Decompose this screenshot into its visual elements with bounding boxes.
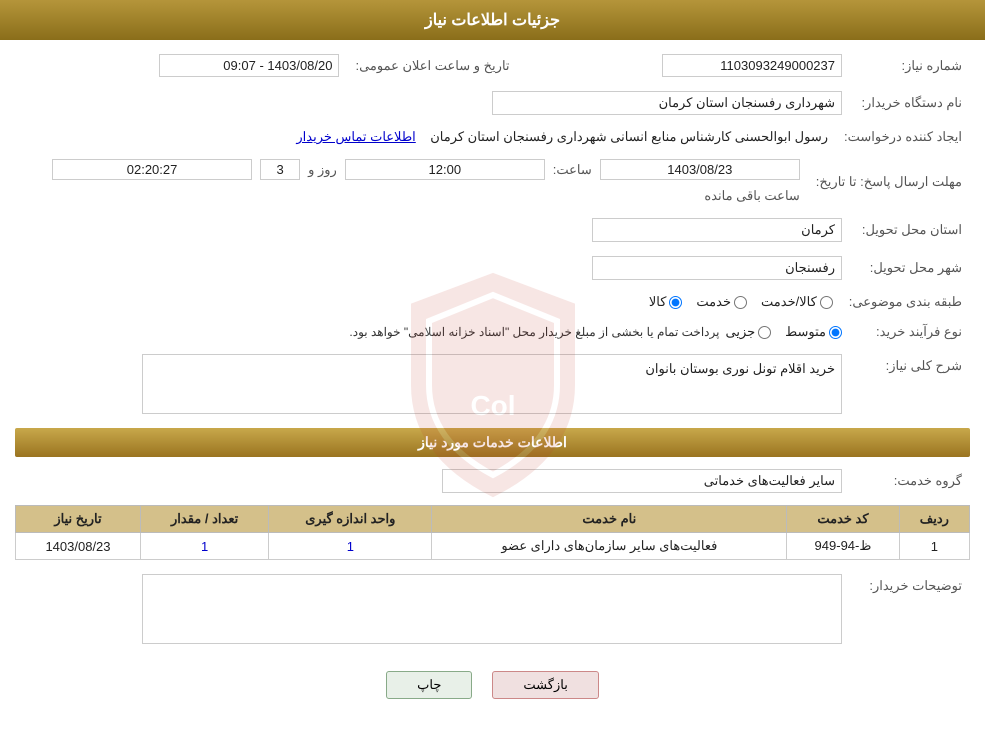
cell-row: 1 <box>899 533 969 560</box>
deadline-date: 1403/08/23 <box>600 159 800 180</box>
need-number-cell: 1103093249000237 <box>518 50 850 81</box>
page-wrapper: جزئیات اطلاعات نیاز Col شماره نیاز: 1103… <box>0 0 985 729</box>
announce-date-cell: 1403/08/20 - 09:07 <box>15 50 347 81</box>
purchase-type-label-mutawasit: متوسط <box>785 324 826 340</box>
category-cell: کالا/خدمت خدمت کالا <box>15 290 841 314</box>
table-row: 1 ظ-94-949 فعالیت‌های سایر سازمان‌های دا… <box>16 533 970 560</box>
need-number-value: 1103093249000237 <box>662 54 842 77</box>
purchase-notice: پرداخت تمام یا بخشی از مبلغ خریدار محل "… <box>349 325 719 339</box>
info-section-9: شرح کلی نیاز: خرید اقلام تونل نوری بوستا… <box>15 350 970 418</box>
category-radio-khedmat[interactable] <box>734 296 747 309</box>
service-group-cell: سایر فعالیت‌های خدماتی <box>15 465 850 497</box>
col-header-row: ردیف <box>899 506 969 533</box>
deadline-day-label: روز و <box>308 162 337 178</box>
org-name-cell: شهرداری رفسنجان استان کرمان <box>15 87 850 119</box>
need-desc-value: خرید اقلام تونل نوری بوستان بانوان <box>645 361 835 376</box>
page-title: جزئیات اطلاعات نیاز <box>0 0 985 40</box>
announce-date-label: تاریخ و ساعت اعلان عمومی: <box>347 50 517 81</box>
deadline-time-label: ساعت: <box>553 162 592 178</box>
cell-quantity: 1 <box>141 533 269 560</box>
deadline-label: مهلت ارسال پاسخ: تا تاریخ: <box>808 155 970 208</box>
button-group: بازگشت چاپ <box>15 671 970 699</box>
purchase-type-radio-juzyi[interactable] <box>758 326 771 339</box>
category-radio-kala-khedmat[interactable] <box>820 296 833 309</box>
print-button[interactable]: چاپ <box>386 671 472 699</box>
service-group-value: سایر فعالیت‌های خدماتی <box>442 469 842 493</box>
category-label: طبقه بندی موضوعی: <box>841 290 970 314</box>
info-section-4: مهلت ارسال پاسخ: تا تاریخ: 1403/08/23 سا… <box>15 155 970 208</box>
purchase-type-option-juzyi[interactable]: جزیی <box>725 324 771 340</box>
category-option-kala-khedmat[interactable]: کالا/خدمت <box>761 294 833 310</box>
services-section-title: اطلاعات خدمات مورد نیاز <box>15 428 970 457</box>
category-label-kala-khedmat: کالا/خدمت <box>761 294 817 310</box>
city-label: شهر محل تحویل: <box>850 252 970 284</box>
province-label: استان محل تحویل: <box>850 214 970 246</box>
info-section-7: طبقه بندی موضوعی: کالا/خدمت خدمت <box>15 290 970 314</box>
announce-date-value: 1403/08/20 - 09:07 <box>159 54 339 77</box>
purchase-type-option-mutawasit[interactable]: متوسط <box>785 324 842 340</box>
city-cell: رفسنجان <box>15 252 850 284</box>
col-header-date: تاریخ نیاز <box>16 506 141 533</box>
deadline-days: 3 <box>260 159 300 180</box>
cell-code: ظ-94-949 <box>787 533 899 560</box>
info-section-5: استان محل تحویل: کرمان <box>15 214 970 246</box>
need-desc-label: شرح کلی نیاز: <box>850 350 970 418</box>
purchase-type-label: نوع فرآیند خرید: <box>850 320 970 344</box>
content-area: Col شماره نیاز: 1103093249000237 تاریخ و… <box>0 40 985 729</box>
category-option-khedmat[interactable]: خدمت <box>696 294 747 310</box>
info-section-6: شهر محل تحویل: رفسنجان <box>15 252 970 284</box>
services-table: ردیف کد خدمت نام خدمت واحد اندازه گیری ت… <box>15 505 970 560</box>
creator-link[interactable]: اطلاعات تماس خریدار <box>296 129 415 144</box>
category-radio-kala[interactable] <box>669 296 682 309</box>
org-name-value: شهرداری رفسنجان استان کرمان <box>492 91 842 115</box>
service-group-label: گروه خدمت: <box>850 465 970 497</box>
category-label-kala: کالا <box>649 294 667 310</box>
buyer-desc-textarea[interactable] <box>142 574 842 644</box>
info-section-8: نوع فرآیند خرید: متوسط جزیی <box>15 320 970 344</box>
purchase-type-cell: متوسط جزیی پرداخت تمام یا بخشی از مبلغ خ… <box>15 320 850 344</box>
purchase-type-radio-mutawasit[interactable] <box>829 326 842 339</box>
deadline-cell: 1403/08/23 ساعت: 12:00 روز و 3 02:20:27 … <box>15 155 808 208</box>
info-section-11: توضیحات خریدار: <box>15 570 970 651</box>
cell-name: فعالیت‌های سایر سازمان‌های دارای عضو <box>432 533 787 560</box>
category-label-khedmat: خدمت <box>696 294 731 310</box>
buyer-desc-cell <box>15 570 850 651</box>
province-value: کرمان <box>592 218 842 242</box>
info-section-1: شماره نیاز: 1103093249000237 تاریخ و ساع… <box>15 50 970 81</box>
info-section-10: گروه خدمت: سایر فعالیت‌های خدماتی <box>15 465 970 497</box>
city-value: رفسنجان <box>592 256 842 280</box>
need-desc-cell: خرید اقلام تونل نوری بوستان بانوان <box>15 350 850 418</box>
deadline-remaining: 02:20:27 <box>52 159 252 180</box>
back-button[interactable]: بازگشت <box>492 671 598 699</box>
col-header-quantity: تعداد / مقدار <box>141 506 269 533</box>
purchase-type-label-juzyi: جزیی <box>725 324 755 340</box>
col-header-unit: واحد اندازه گیری <box>269 506 432 533</box>
creator-label: ایجاد کننده درخواست: <box>836 125 970 149</box>
col-header-code: کد خدمت <box>787 506 899 533</box>
info-section-3: ایجاد کننده درخواست: رسول ابوالحسنی کارش… <box>15 125 970 149</box>
deadline-remaining-label: ساعت باقی مانده <box>704 188 799 204</box>
creator-value: رسول ابوالحسنی کارشناس منابع انسانی شهرد… <box>430 129 828 144</box>
deadline-time: 12:00 <box>345 159 545 180</box>
creator-cell: رسول ابوالحسنی کارشناس منابع انسانی شهرد… <box>15 125 836 149</box>
province-cell: کرمان <box>15 214 850 246</box>
cell-date: 1403/08/23 <box>16 533 141 560</box>
category-option-kala[interactable]: کالا <box>649 294 683 310</box>
buyer-desc-label: توضیحات خریدار: <box>850 570 970 651</box>
info-section-2: نام دستگاه خریدار: شهرداری رفسنجان استان… <box>15 87 970 119</box>
cell-unit: 1 <box>269 533 432 560</box>
need-number-label: شماره نیاز: <box>850 50 970 81</box>
col-header-name: نام خدمت <box>432 506 787 533</box>
org-name-label: نام دستگاه خریدار: <box>850 87 970 119</box>
